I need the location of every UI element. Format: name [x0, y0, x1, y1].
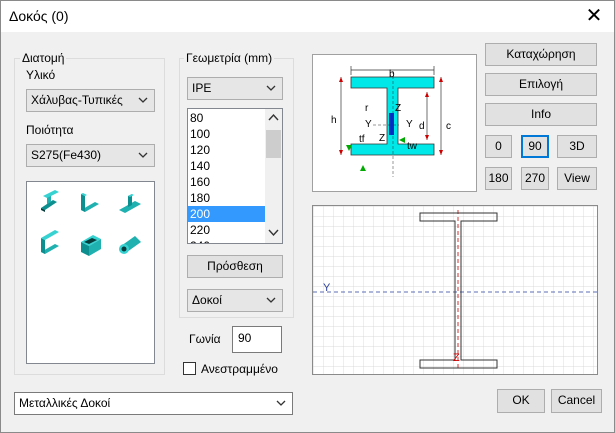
section-diagram-frame: b h r Z Y Y d c tf Z tw — [312, 54, 477, 192]
tee-icon[interactable] — [115, 186, 147, 218]
view-3d-button[interactable]: 3D — [557, 135, 597, 158]
view-0-button[interactable]: 0 — [485, 135, 512, 158]
chevron-down-icon — [138, 97, 148, 103]
section-preview: Y Z — [312, 205, 598, 375]
ok-button[interactable]: OK — [497, 389, 545, 413]
dimension-arrow — [339, 77, 343, 82]
diagram-label-z-top: Z — [395, 103, 401, 114]
channel-icon[interactable] — [35, 228, 67, 260]
chevron-down-icon — [138, 152, 148, 158]
angle-input[interactable]: 90 — [232, 326, 282, 353]
diagram-label-tf: tf — [359, 134, 365, 145]
dimension-arrow — [425, 135, 429, 140]
add-button[interactable]: Πρόσθεση — [187, 255, 283, 278]
diagram-label-y-right: Y — [406, 119, 413, 130]
window-title: Δοκός (0) — [9, 8, 69, 24]
material-select[interactable]: Χάλυβας-Τυπικές — [26, 89, 155, 112]
list-scrollbar[interactable] — [265, 109, 282, 243]
shape-type-list — [26, 181, 155, 364]
quality-select-value: S275(Fe430) — [31, 148, 102, 162]
i-beam-icon[interactable] — [35, 186, 67, 218]
member-type-select[interactable]: Δοκοί — [187, 289, 283, 312]
section-dialog: Δοκός (0) ✕ Διατομή Υλικό Χάλυβας-Τυπικέ… — [0, 0, 615, 433]
quality-label: Ποιότητα — [26, 123, 74, 137]
register-button[interactable]: Καταχώρηση — [485, 43, 597, 66]
size-listbox[interactable]: 80 100 120 140 160 180 200 220 240 — [187, 108, 283, 244]
angle-label: Γωνία — [189, 332, 221, 346]
y-axis-label: Y — [323, 282, 331, 294]
inverted-checkbox[interactable] — [183, 362, 196, 375]
diagram-label-y-left: Y — [365, 119, 372, 130]
material-select-value: Χάλυβας-Τυπικές — [31, 93, 123, 107]
section-preview-canvas: Y Z — [313, 206, 597, 374]
dimension-arrow — [339, 150, 343, 155]
view-180-button[interactable]: 180 — [485, 167, 512, 190]
chevron-down-icon — [266, 297, 276, 303]
dimension-arrow — [439, 150, 443, 155]
view-button[interactable]: View — [557, 167, 597, 190]
inverted-label: Ανεστραμμένο — [201, 362, 278, 376]
view-90-button[interactable]: 90 — [521, 135, 549, 158]
base-arrow — [360, 165, 366, 171]
pipe-icon[interactable] — [115, 228, 147, 260]
dimension-arrow — [439, 77, 443, 82]
list-item-selected[interactable]: 200 — [188, 206, 265, 222]
scrollbar-thumb[interactable] — [266, 130, 281, 158]
diagram-label-d: d — [419, 121, 425, 132]
centroid-marker — [389, 113, 394, 135]
cancel-button[interactable]: Cancel — [551, 389, 602, 413]
diagram-label-tw: tw — [407, 141, 418, 152]
chevron-down-icon — [276, 400, 286, 406]
geometry-group-title: Γεωμετρία (mm) — [184, 51, 275, 65]
select-button[interactable]: Επιλογή — [485, 73, 597, 96]
profile-select[interactable]: IPE — [187, 77, 283, 100]
category-select[interactable]: Μεταλλικές Δοκοί — [14, 392, 293, 415]
angle-icon[interactable] — [75, 186, 107, 218]
close-icon[interactable]: ✕ — [582, 4, 606, 28]
quality-select[interactable]: S275(Fe430) — [26, 144, 155, 167]
view-270-button[interactable]: 270 — [521, 167, 549, 190]
chevron-up-icon[interactable] — [268, 113, 279, 121]
profile-select-value: IPE — [192, 81, 212, 95]
diagram-label-h: h — [331, 115, 337, 126]
diagram-label-r: r — [365, 103, 369, 114]
diagram-label-b: b — [389, 69, 395, 80]
title-bar: Δοκός (0) ✕ — [1, 1, 614, 32]
z-axis-label: Z — [453, 352, 460, 364]
section-diagram: b h r Z Y Y d c tf Z tw — [331, 66, 451, 177]
chevron-down-icon — [266, 85, 276, 91]
member-type-select-value: Δοκοί — [192, 293, 222, 307]
category-select-value: Μεταλλικές Δοκοί — [19, 396, 111, 410]
dimension-arrow — [425, 92, 429, 97]
info-button[interactable]: Info — [485, 103, 597, 126]
section-group-title: Διατομή — [20, 51, 67, 65]
tw-arrow — [399, 137, 405, 143]
chevron-down-icon[interactable] — [268, 229, 279, 237]
diagram-label-c: c — [446, 121, 451, 132]
material-label: Υλικό — [26, 68, 56, 82]
diagram-label-z-bottom: Z — [379, 133, 385, 144]
tube-icon[interactable] — [75, 228, 107, 260]
